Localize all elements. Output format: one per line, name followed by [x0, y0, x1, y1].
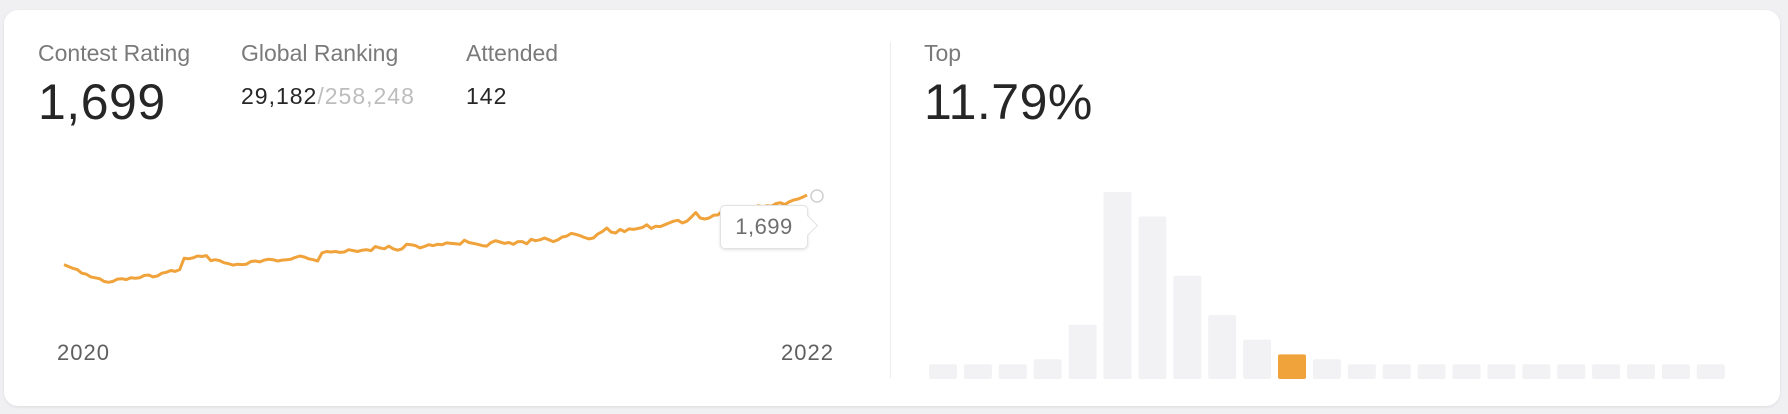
- x-tick-label: 2022: [781, 340, 834, 365]
- top-percentage-value: 11.79%: [924, 74, 1093, 130]
- histogram-bar[interactable]: [1243, 339, 1272, 379]
- contest-rating-value: 1,699: [38, 74, 166, 130]
- histogram-bar[interactable]: [1103, 191, 1132, 379]
- histogram-bar[interactable]: [1382, 364, 1411, 379]
- histogram-bar[interactable]: [1592, 364, 1621, 379]
- histogram-bar[interactable]: [998, 364, 1027, 379]
- histogram-bar[interactable]: [1312, 359, 1341, 379]
- histogram-bar[interactable]: [1661, 364, 1690, 379]
- global-ranking-rank: 29,182: [241, 83, 318, 109]
- histogram-bar[interactable]: [1138, 216, 1167, 380]
- histogram-bar[interactable]: [1627, 364, 1655, 379]
- rating-point-marker[interactable]: [810, 189, 824, 203]
- contest-rating-card: Contest Rating 1,699 Global Ranking 29,1…: [4, 10, 1780, 406]
- histogram-bar[interactable]: [1068, 324, 1097, 379]
- histogram-bar[interactable]: [1522, 364, 1551, 379]
- divider: [890, 42, 891, 378]
- global-ranking-total: /258,248: [317, 83, 415, 109]
- attended-label: Attended: [466, 40, 559, 66]
- histogram-bar[interactable]: [1033, 359, 1062, 379]
- top-label: Top: [924, 40, 962, 66]
- histogram-bar[interactable]: [1696, 364, 1725, 379]
- global-ranking-value: 29,182/258,248: [241, 83, 415, 110]
- rating-distribution-chart[interactable]: [929, 170, 1739, 380]
- histogram-bar-current[interactable]: [1278, 354, 1306, 379]
- histogram-bar[interactable]: [1173, 275, 1202, 379]
- histogram-bar[interactable]: [1557, 364, 1586, 379]
- histogram-bar[interactable]: [1487, 364, 1516, 379]
- global-ranking-label: Global Ranking: [241, 40, 399, 66]
- rating-tooltip: 1,699: [720, 205, 808, 249]
- contest-rating-label: Contest Rating: [38, 40, 191, 66]
- histogram-bar[interactable]: [1417, 364, 1446, 379]
- histogram-bar[interactable]: [1208, 315, 1237, 379]
- rating-series-line: [63, 193, 808, 284]
- histogram-bar[interactable]: [1452, 364, 1481, 379]
- histogram-bar[interactable]: [1347, 364, 1376, 379]
- histogram-bar[interactable]: [963, 364, 992, 379]
- histogram-bar[interactable]: [929, 364, 957, 379]
- attended-value: 142: [466, 83, 508, 109]
- x-tick-label: 2020: [57, 340, 110, 365]
